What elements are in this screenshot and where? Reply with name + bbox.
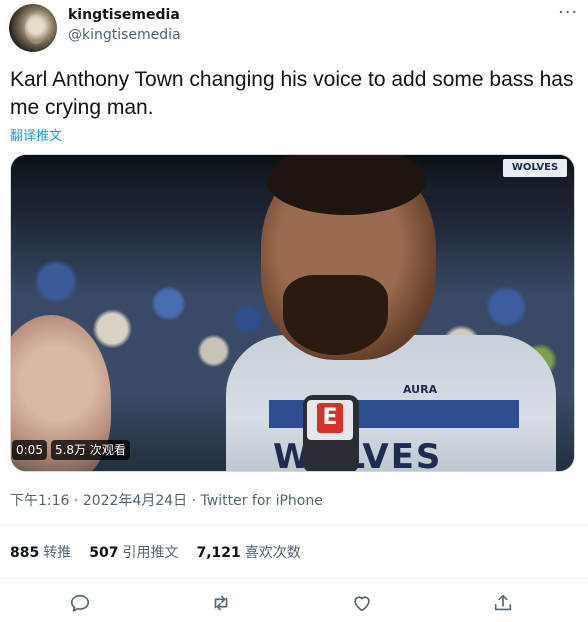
display-name[interactable]: kingtisemedia <box>68 7 180 23</box>
retweets-stat[interactable]: 885 转推 <box>10 542 71 562</box>
espn-logo: E <box>317 403 343 433</box>
divider <box>0 524 588 525</box>
user-handle[interactable]: @kingtisemedia <box>68 27 181 43</box>
video-overlay: 0:05 5.8万 次观看 <box>12 440 130 460</box>
tweet-actions <box>0 588 588 618</box>
jersey-brand: AURA <box>403 383 438 396</box>
retweet-icon[interactable] <box>210 592 232 614</box>
tweet-source[interactable]: Twitter for iPhone <box>201 493 323 509</box>
tweet-card: kingtisemedia @kingtisemedia ··· Karl An… <box>0 0 588 622</box>
tweet-time[interactable]: 下午1:16 <box>10 493 69 509</box>
like-icon[interactable] <box>351 592 373 614</box>
arena-sign: WOLVES <box>503 159 567 177</box>
share-icon[interactable] <box>492 592 514 614</box>
more-options-icon[interactable]: ··· <box>558 2 578 23</box>
tweet-text: Karl Anthony Town changing his voice to … <box>10 68 574 119</box>
reply-icon[interactable] <box>69 592 91 614</box>
tweet-timestamp: 下午1:16 · 2022年4月24日 · Twitter for iPhone <box>10 493 323 509</box>
video-player[interactable]: WOLVES AURA WOLVES E <box>10 154 575 472</box>
tweet-date[interactable]: 2022年4月24日 <box>83 493 187 509</box>
tweet-stats: 885 转推 507 引用推文 7,121 喜欢次数 <box>10 542 319 562</box>
likes-stat[interactable]: 7,121 喜欢次数 <box>196 542 300 562</box>
translate-tweet-link[interactable]: 翻译推文 <box>10 125 62 144</box>
divider <box>0 578 588 579</box>
video-duration: 0:05 <box>12 440 47 460</box>
video-view-count: 5.8万 次观看 <box>50 440 130 460</box>
quotes-stat[interactable]: 507 引用推文 <box>89 542 178 562</box>
avatar[interactable] <box>9 4 57 52</box>
